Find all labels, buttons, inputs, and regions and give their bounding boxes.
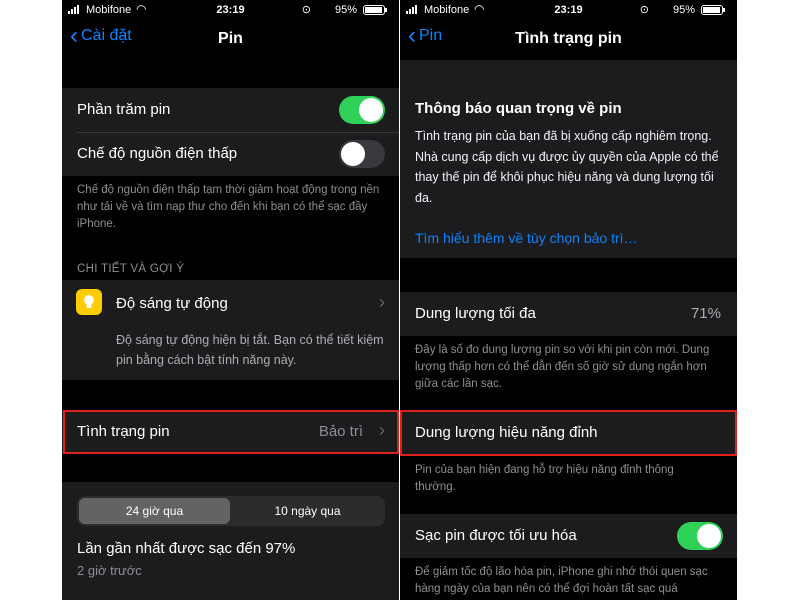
page-title: Tình trạng pin: [515, 30, 622, 47]
orientation-lock-icon: ⊙: [639, 4, 649, 16]
page-title: Pin: [218, 30, 243, 47]
battery-health-screen: Mobifone ◠ 23:19 ⊙ 95% ‹ Pin Tình trạng …: [400, 0, 737, 600]
tab-24-hours[interactable]: 24 giờ qua: [79, 498, 230, 524]
battery-icon: [701, 5, 725, 15]
low-power-mode-toggle[interactable]: [339, 140, 385, 168]
battery-percentage-label: Phần trăm pin: [77, 101, 171, 118]
chevron-right-icon: ›: [379, 420, 385, 440]
nav-bar: ‹ Cài đặt Pin: [62, 22, 399, 58]
battery-percentage-toggle[interactable]: [339, 96, 385, 124]
max-capacity-row: Dung lượng tối đa 71%: [400, 292, 737, 336]
nav-bar: ‹ Pin Tình trạng pin: [400, 22, 737, 58]
usage-period-segmented-control: 24 giờ qua 10 ngày qua: [77, 496, 385, 526]
toggle-knob: [359, 98, 383, 122]
peak-performance-footer: Pin của bạn hiện đang hỗ trợ hiệu năng đ…: [415, 464, 674, 493]
peak-performance-row: Dung lượng hiệu năng đỉnh: [400, 411, 737, 455]
toggle-knob: [697, 524, 721, 548]
optimized-charging-footer: Để giảm tốc độ lão hóa pin, iPhone ghi n…: [415, 566, 708, 595]
optimized-charging-toggle[interactable]: [677, 522, 723, 550]
low-power-footer: Chế độ nguồn điện thấp tạm thời giảm hoạ…: [77, 184, 380, 230]
section-header-suggestions: CHI TIẾT VÀ GỢI Ý: [77, 263, 185, 275]
chevron-right-icon: ›: [379, 292, 385, 312]
battery-settings-screen: Mobifone ◠ 23:19 ⊙ 95% ‹ Cài đặt Pin Phầ…: [62, 0, 399, 600]
battery-percent: 95%: [334, 4, 357, 16]
usage-group: 24 giờ qua 10 ngày qua Lần gần nhất được…: [62, 482, 399, 600]
status-bar: Mobifone ◠ 23:19 ⊙ 95%: [62, 0, 399, 20]
battery-icon: [363, 5, 387, 15]
orientation-lock-icon: ⊙: [301, 4, 311, 16]
low-power-mode-row: Chế độ nguồn điện thấp: [62, 132, 399, 176]
peak-performance-label: Dung lượng hiệu năng đỉnh: [415, 424, 598, 441]
low-power-mode-label: Chế độ nguồn điện thấp: [77, 145, 238, 162]
notice-title: Thông báo quan trọng về pin: [415, 100, 622, 117]
service-options-link[interactable]: Tìm hiểu thêm về tùy chọn bảo trì…: [415, 230, 638, 246]
important-notice-card: Thông báo quan trọng về pin Tình trạng p…: [400, 60, 737, 258]
max-capacity-value: 71%: [690, 305, 721, 322]
status-bar: Mobifone ◠ 23:19 ⊙ 95%: [400, 0, 737, 20]
battery-percent: 95%: [672, 4, 695, 16]
last-charged-label: Lần gần nhất được sạc đến 97%: [77, 540, 296, 557]
last-charged-time: 2 giờ trước: [77, 563, 142, 578]
optimized-charging-label: Sạc pin được tối ưu hóa: [415, 527, 577, 544]
battery-toggles-group: Phần trăm pin Chế độ nguồn điện thấp: [62, 88, 399, 176]
lightbulb-icon: [76, 289, 102, 315]
tab-10-days[interactable]: 10 ngày qua: [232, 498, 383, 524]
max-capacity-footer: Đây là số đo dung lượng pin so với khi p…: [415, 344, 710, 390]
optimized-charging-row: Sạc pin được tối ưu hóa: [400, 514, 737, 558]
battery-health-row[interactable]: Tình trạng pin Bảo trì ›: [62, 410, 399, 454]
toggle-knob: [341, 142, 365, 166]
notice-body: Tình trạng pin của bạn đã bị xuống cấp n…: [415, 129, 719, 205]
battery-health-label: Tình trạng pin: [77, 423, 170, 440]
auto-brightness-label: Độ sáng tự động: [116, 295, 228, 312]
auto-brightness-description: Độ sáng tự động hiện bị tắt. Bạn có thể …: [116, 333, 384, 367]
auto-brightness-suggestion[interactable]: Độ sáng tự động › Độ sáng tự động hiện b…: [62, 280, 399, 380]
max-capacity-label: Dung lượng tối đa: [415, 305, 536, 322]
battery-health-value: Bảo trì: [318, 423, 363, 440]
battery-percentage-row: Phần trăm pin: [62, 88, 399, 132]
